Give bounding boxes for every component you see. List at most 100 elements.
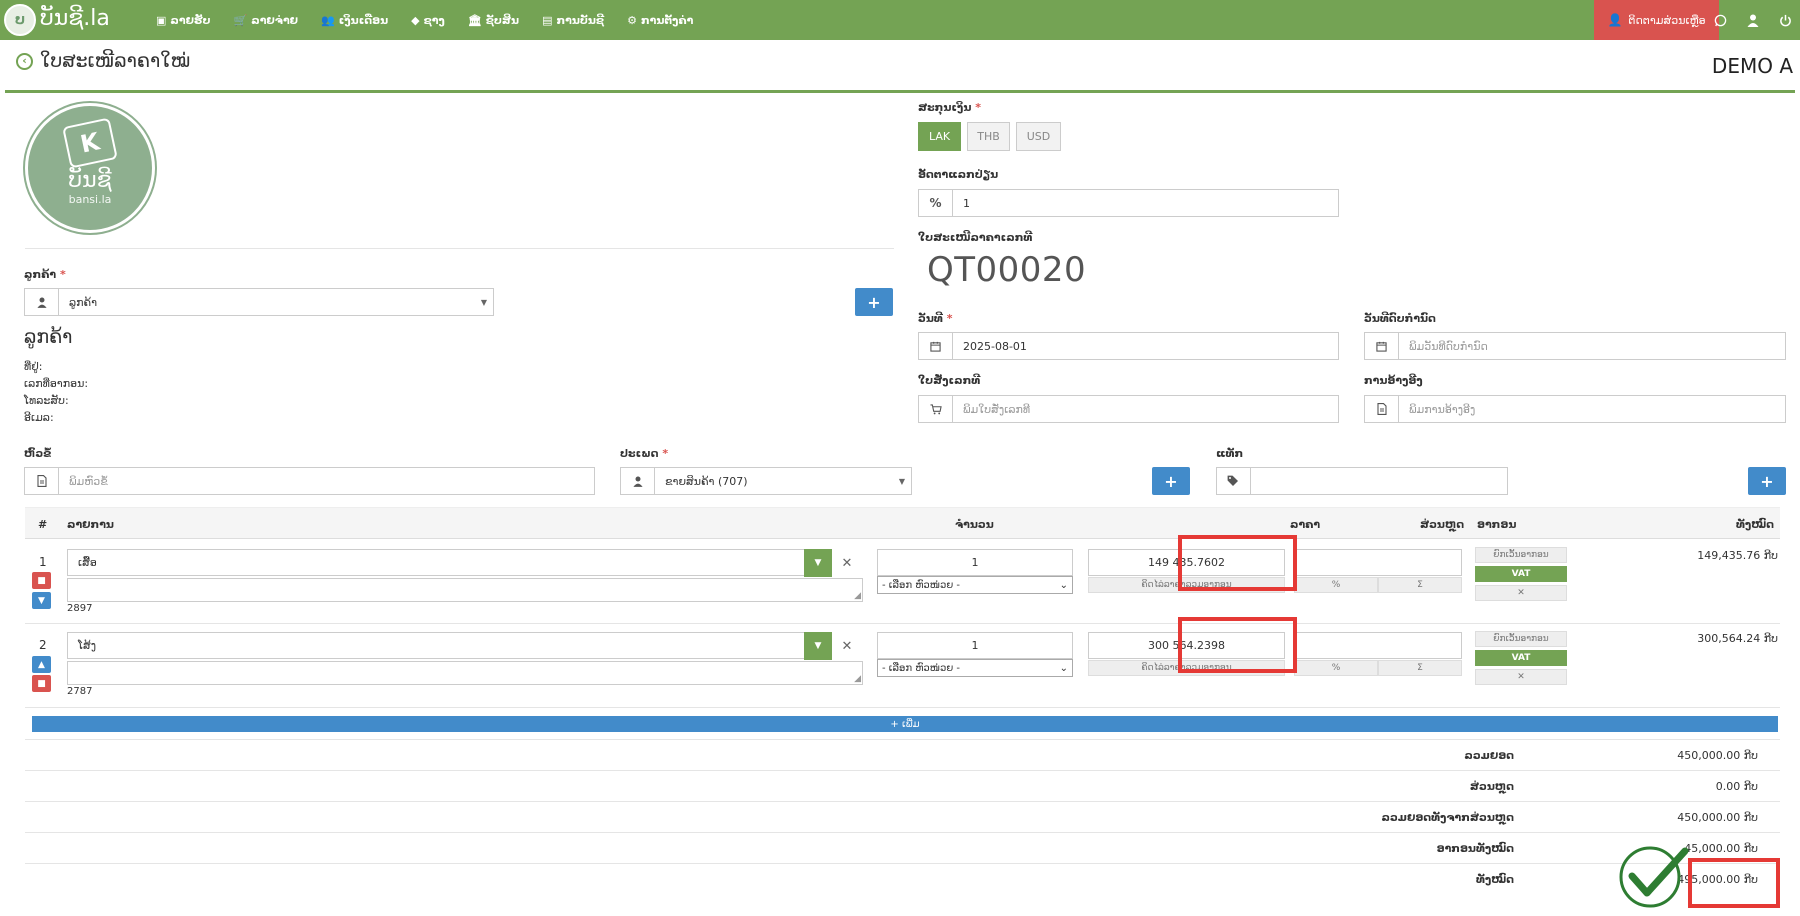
summary-discount-row: ສ່ວນຫຼຸດ 0.00 ກີບ (25, 770, 1780, 801)
menu-assets[interactable]: 🏛 ຊັບສິນ (468, 14, 519, 27)
company-name: DEMO A (1711, 54, 1793, 78)
unit-select[interactable]: - ເລືອກ ຫົວໜ່ວຍ - ⌄ (877, 576, 1073, 594)
summary-label: ລວມຍອດ (1464, 749, 1514, 762)
remove-tax-icon[interactable]: ✕ (1475, 669, 1567, 685)
chevron-down-icon: ⌄ (1059, 579, 1068, 591)
support-icon: 👤 (1607, 13, 1623, 27)
date-value: 2025-08-01 (963, 339, 1027, 353)
chevron-down-icon: ⌄ (1059, 662, 1068, 674)
quote-number-label: ໃບສະເໜີລາຄາເລກທີ (918, 231, 1033, 244)
reference-label: ການອ້າງອີງ (1364, 374, 1423, 387)
vat-button[interactable]: VAT (1475, 650, 1567, 666)
subject-label: ຫົວຂໍ້ (24, 447, 52, 460)
user-icon (25, 289, 59, 315)
user-icon[interactable] (1738, 0, 1768, 40)
arrow-up-icon[interactable]: ▲ (32, 656, 51, 673)
logo-title: ບັນຊີ (68, 168, 112, 193)
date-field[interactable]: 2025-08-01 (918, 332, 1339, 360)
exchange-rate-field[interactable]: % 1 (918, 189, 1339, 217)
subject-field[interactable]: ພິມຫົວຂໍ້ (24, 467, 595, 495)
summary-after-discount-row: ລວມຍອດທັງຈາກສ່ວນຫຼຸດ 450,000.00 ກີບ (25, 801, 1780, 832)
add-row-button[interactable]: + ເພີ່ມ (32, 716, 1778, 732)
item-name-input[interactable]: ເສື້ອ (67, 549, 805, 576)
discount-input[interactable] (1294, 632, 1462, 659)
cubes-icon: ◆ (411, 13, 420, 27)
reference-field[interactable]: ພິມການອ້າງອີງ (1364, 395, 1786, 423)
resize-handle-icon[interactable]: ◢ (854, 675, 861, 684)
tax-exempt-button[interactable]: ຍົກເວັ້ນອາກອນ (1475, 547, 1567, 563)
currency-usd-button[interactable]: USD (1016, 122, 1061, 151)
vat-button[interactable]: VAT (1475, 566, 1567, 582)
header-divider (5, 90, 1795, 93)
currency-lak-button[interactable]: LAK (918, 122, 961, 151)
trash-icon[interactable]: ■ (32, 572, 51, 589)
date-label: ວັນທີ * (918, 312, 953, 325)
item-dropdown-chevron-icon[interactable]: ▼ (804, 549, 832, 577)
tags-label: ແທັກ (1216, 447, 1244, 460)
back-arrow-icon[interactable]: ‹ (16, 53, 33, 70)
clear-item-icon[interactable]: ✕ (833, 549, 861, 577)
gears-icon: ⚙ (627, 13, 637, 27)
grand-total-highlight-box (1688, 858, 1780, 908)
summary-value: 0.00 ກີບ (1715, 780, 1758, 793)
discount-input[interactable] (1294, 549, 1462, 576)
col-discount: ສ່ວນຫຼຸດ (1420, 517, 1465, 531)
tags-icon (1217, 468, 1251, 494)
tags-field[interactable] (1216, 467, 1508, 495)
item-code: 2787 (67, 686, 93, 697)
po-number-field[interactable]: ພິມໃບສັ່ງເລກທີ (918, 395, 1339, 423)
contact-support-button[interactable]: 👤 ຕິດຕາມສ່ວນເຫຼືອ (1594, 0, 1719, 40)
user-icon (621, 468, 655, 494)
summary-grand-total-row: ທັງໝົດ 495,000.00 ກີບ (25, 863, 1780, 894)
menu-expense[interactable]: 🛒 ລາຍຈ່າຍ (234, 14, 298, 27)
discount-percent-button[interactable]: % (1294, 660, 1378, 676)
discount-sum-button[interactable]: Σ (1378, 660, 1462, 676)
chevron-down-icon: ▼ (480, 297, 488, 307)
logout-icon[interactable] (1770, 0, 1800, 40)
menu-income[interactable]: ▣ ລາຍຮັບ (156, 14, 211, 27)
remove-tax-icon[interactable]: ✕ (1475, 585, 1567, 601)
arrow-down-icon[interactable]: ▼ (32, 592, 51, 609)
app-logo-icon[interactable]: ບ (4, 4, 36, 36)
discount-percent-button[interactable]: % (1294, 577, 1378, 593)
company-logo: K ບັນຊີ bansi.la (25, 103, 155, 233)
book-icon: ▤ (542, 13, 553, 27)
whatsapp-icon[interactable] (1705, 0, 1735, 40)
main-menu: ▣ ລາຍຮັບ 🛒 ລາຍຈ່າຍ 👥 ເງິນເດືອນ ◆ ຊາງ 🏛 ຊັບສິນ… (156, 0, 716, 40)
item-name-input[interactable]: ໂສ້ງ (67, 632, 805, 659)
add-tag-button[interactable]: + (1748, 467, 1786, 495)
customer-select[interactable]: ລູກຄ້າ ▼ (24, 288, 494, 316)
menu-inventory[interactable]: ◆ ຊາງ (411, 14, 445, 27)
add-customer-button[interactable]: + (855, 288, 893, 316)
percent-icon: % (919, 190, 953, 216)
item-dropdown-chevron-icon[interactable]: ▼ (804, 632, 832, 660)
item-description-textarea[interactable]: ◢ (67, 661, 863, 685)
quantity-input[interactable]: 1 (877, 632, 1073, 659)
file-icon (1365, 396, 1399, 422)
unit-select[interactable]: - ເລືອກ ຫົວໜ່ວຍ - ⌄ (877, 659, 1073, 677)
trash-icon[interactable]: ■ (32, 675, 51, 692)
app-brand[interactable]: ບັນຊີ.la (40, 6, 110, 31)
discount-sum-button[interactable]: Σ (1378, 577, 1462, 593)
quantity-input[interactable]: 1 (877, 549, 1073, 576)
customer-tax-label: ເລກທີ່ອາກອນ: (24, 377, 89, 390)
customer-phone-label: ໂທລະສັບ: (24, 394, 69, 407)
menu-accounting[interactable]: ▤ ການບັນຊີ (542, 14, 604, 27)
col-tax: ອາກອນ (1477, 517, 1517, 531)
currency-thb-button[interactable]: THB (967, 122, 1010, 151)
summary-label: ອາກອນທັງໝົດ (1436, 842, 1514, 855)
menu-settings[interactable]: ⚙ ການຕັ້ງຄ່າ (627, 14, 693, 27)
bank-icon: 🏛 (467, 13, 482, 27)
add-type-button[interactable]: + (1152, 467, 1190, 495)
summary-label: ສ່ວນຫຼຸດ (1469, 780, 1514, 793)
type-label: ປະເພດ * (620, 447, 669, 460)
cart-icon (919, 396, 953, 422)
due-date-field[interactable]: ພິມວັນທີດົບກຳນົດ (1364, 332, 1786, 360)
type-select[interactable]: ຂາຍສິນຄ້າ (707) ▼ (620, 467, 912, 495)
resize-handle-icon[interactable]: ◢ (854, 592, 861, 601)
items-table-header: # ລາຍການ ຈຳນວນ ລາຄາ ສ່ວນຫຼຸດ ອາກອນ ທັງໝົ… (25, 507, 1780, 539)
item-description-textarea[interactable]: ◢ (67, 578, 863, 602)
clear-item-icon[interactable]: ✕ (833, 632, 861, 660)
menu-payroll[interactable]: 👥 ເງິນເດືອນ (321, 14, 388, 27)
tax-exempt-button[interactable]: ຍົກເວັ້ນອາກອນ (1475, 631, 1567, 647)
